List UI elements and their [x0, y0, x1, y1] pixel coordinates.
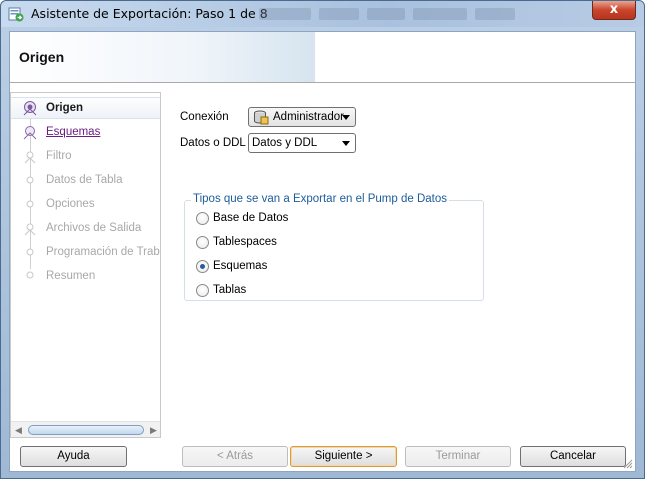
nav-step-label: Origen [46, 102, 84, 114]
scroll-right-icon[interactable]: ▶ [150, 425, 157, 436]
nav-step-label: Filtro [46, 150, 72, 162]
help-button[interactable]: Ayuda [20, 446, 127, 467]
nav-horizontal-scrollbar[interactable]: ◀ ▶ [11, 421, 160, 437]
nav-step-esquemas[interactable]: Esquemas [11, 121, 160, 143]
radio-label: Base de Datos [213, 212, 289, 224]
close-button[interactable]: x [592, 1, 636, 20]
cancel-button[interactable]: Cancelar [520, 446, 626, 467]
radio-label: Tablas [213, 284, 247, 296]
nav-step-origen[interactable]: Origen [11, 97, 160, 119]
resize-grip-icon[interactable] [623, 459, 633, 469]
step-node-icon [23, 126, 37, 140]
chevron-down-icon [342, 115, 350, 120]
nav-step-label[interactable]: Esquemas [46, 126, 100, 138]
step-form: Conexión Administrador Datos o DDL Datos… [170, 92, 635, 438]
nav-step-label: Resumen [46, 270, 96, 282]
scroll-left-icon[interactable]: ◀ [15, 425, 22, 436]
back-button[interactable]: < Atrás [182, 446, 288, 467]
step-node-icon [26, 176, 34, 184]
data-ddl-label: Datos o DDL [180, 137, 246, 149]
radio-button[interactable] [196, 283, 209, 297]
nav-step-archivos-de-salida: Archivos de Salida [11, 217, 160, 239]
nav-step-label: Archivos de Salida [46, 222, 142, 234]
nav-step-label: Programación de Trabajo [46, 246, 160, 258]
current-step-icon [23, 101, 37, 116]
background-taskbar-ghost [259, 8, 515, 20]
export-types-legend: Tipos que se van a Exportar en el Pump d… [191, 193, 449, 205]
next-button[interactable]: Siguiente > [290, 446, 397, 467]
export-wizard-window: Asistente de Exportación: Paso 1 de 8 x … [0, 0, 645, 479]
data-ddl-select[interactable]: Datos y DDL [248, 133, 356, 153]
nav-step-resumen: Resumen [11, 265, 160, 287]
wizard-client-area: Origen Origen Esquemas Filtro Datos de T… [9, 31, 636, 472]
step-node-icon [26, 248, 34, 256]
connection-value: Administrador [273, 111, 344, 123]
window-title: Asistente de Exportación: Paso 1 de 8 [31, 6, 268, 21]
step-node-icon [26, 200, 34, 208]
nav-step-label: Datos de Tabla [46, 174, 123, 186]
radio-base-de-datos[interactable]: Base de Datos [196, 210, 288, 226]
step-node-icon [26, 271, 34, 279]
scrollbar-thumb[interactable] [28, 425, 144, 435]
radio-button[interactable] [196, 235, 209, 249]
nav-step-datos-de-tabla: Datos de Tabla [11, 169, 160, 191]
connection-label: Conexión [180, 111, 229, 123]
data-ddl-value: Datos y DDL [252, 137, 318, 149]
close-icon: x [609, 2, 619, 17]
radio-label: Tablespaces [213, 236, 277, 248]
radio-label: Esquemas [213, 260, 268, 272]
nav-step-label: Opciones [46, 198, 95, 210]
title-bar[interactable]: Asistente de Exportación: Paso 1 de 8 x [1, 1, 644, 27]
step-header: Origen [10, 32, 635, 83]
nav-step-programacion-de-trabajo: Programación de Trabajo [11, 241, 160, 263]
radio-esquemas[interactable]: Esquemas [196, 258, 267, 274]
radio-tablespaces[interactable]: Tablespaces [196, 234, 277, 250]
radio-button-selected[interactable] [196, 259, 209, 273]
step-title: Origen [19, 49, 65, 65]
step-node-icon [24, 223, 36, 236]
step-node-icon [24, 151, 36, 164]
radio-button[interactable] [196, 211, 209, 225]
export-types-group: Tipos que se van a Exportar en el Pump d… [184, 193, 484, 301]
chevron-down-icon [342, 141, 350, 146]
connection-select[interactable]: Administrador [248, 107, 356, 127]
finish-button[interactable]: Terminar [405, 446, 511, 467]
database-icon [254, 110, 269, 125]
radio-tablas[interactable]: Tablas [196, 282, 246, 298]
export-app-icon [8, 7, 24, 22]
wizard-steps-nav: Origen Esquemas Filtro Datos de Tabla Op… [10, 92, 161, 438]
nav-step-opciones: Opciones [11, 193, 160, 215]
nav-step-filtro: Filtro [11, 145, 160, 167]
